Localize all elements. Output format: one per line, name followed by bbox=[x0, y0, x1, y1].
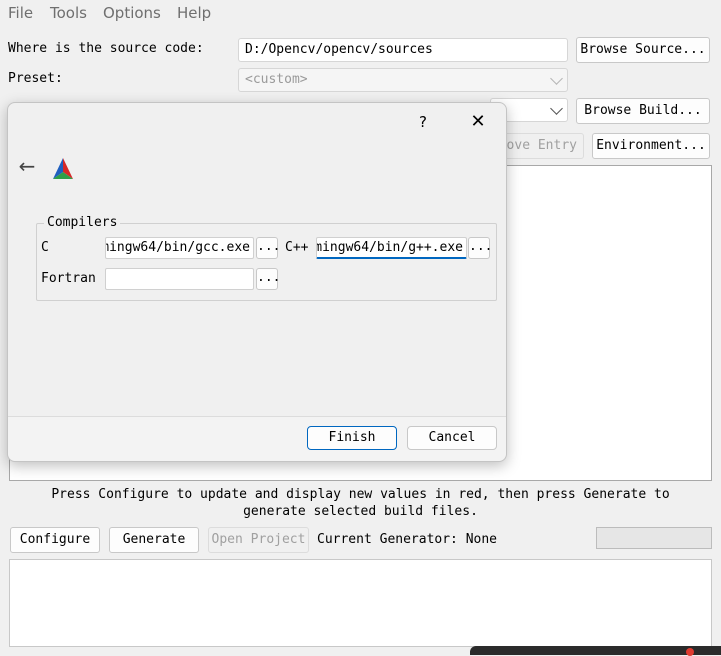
open-project-button[interactable]: Open Project bbox=[208, 527, 309, 553]
menu-bar: File Tools Options Help bbox=[0, 0, 721, 26]
cmake-logo-icon bbox=[53, 158, 73, 179]
environment-button[interactable]: Environment... bbox=[592, 133, 710, 159]
configure-button[interactable]: Configure bbox=[10, 527, 100, 553]
chevron-down-icon bbox=[550, 72, 563, 85]
chevron-down-icon bbox=[550, 102, 563, 115]
cpp-compiler-label: C++ bbox=[285, 240, 309, 255]
cancel-button[interactable]: Cancel bbox=[407, 426, 497, 450]
cpp-compiler-browse-button[interactable]: ... bbox=[468, 237, 492, 259]
menu-help[interactable]: Help bbox=[177, 4, 211, 22]
back-arrow-icon[interactable]: ← bbox=[14, 153, 40, 179]
preset-value: <custom> bbox=[245, 72, 308, 87]
source-label: Where is the source code: bbox=[8, 41, 204, 56]
source-path-input[interactable]: D:/Opencv/opencv/sources bbox=[238, 38, 568, 62]
browse-source-button[interactable]: Browse Source... bbox=[576, 37, 710, 63]
c-compiler-label: C bbox=[41, 240, 49, 255]
compilers-group-title: Compilers bbox=[44, 215, 121, 230]
help-icon[interactable]: ? bbox=[412, 111, 434, 133]
c-compiler-value: mingw64/bin/gcc.exe bbox=[105, 240, 250, 255]
fortran-compiler-input[interactable] bbox=[105, 268, 254, 290]
taskbar-fragment bbox=[470, 646, 721, 656]
current-generator-label: Current Generator: None bbox=[317, 532, 498, 547]
fortran-compiler-label: Fortran bbox=[41, 271, 96, 286]
close-icon[interactable]: ✕ bbox=[464, 109, 492, 135]
status-message: Press Configure to update and display ne… bbox=[51, 487, 670, 519]
menu-options[interactable]: Options bbox=[103, 4, 161, 22]
fortran-compiler-browse-button[interactable]: ... bbox=[256, 268, 280, 290]
progress-bar bbox=[596, 527, 712, 549]
menu-file[interactable]: File bbox=[8, 4, 33, 22]
cpp-compiler-value: mingw64/bin/g++.exe bbox=[316, 240, 463, 255]
browse-build-button[interactable]: Browse Build... bbox=[576, 98, 710, 124]
cpp-compiler-input[interactable]: mingw64/bin/g++.exe bbox=[316, 237, 467, 259]
c-compiler-input[interactable]: mingw64/bin/gcc.exe bbox=[105, 237, 254, 259]
menu-tools[interactable]: Tools bbox=[50, 4, 87, 22]
compiler-dialog: ? ✕ ← Compilers C mingw64/bin/gcc.exe ..… bbox=[7, 102, 507, 462]
finish-button[interactable]: Finish bbox=[307, 426, 397, 450]
c-compiler-browse-button[interactable]: ... bbox=[256, 237, 280, 259]
preset-label: Preset: bbox=[8, 71, 63, 86]
generate-button[interactable]: Generate bbox=[109, 527, 199, 553]
output-log-pane[interactable] bbox=[9, 559, 712, 647]
preset-select[interactable]: <custom> bbox=[238, 68, 568, 92]
